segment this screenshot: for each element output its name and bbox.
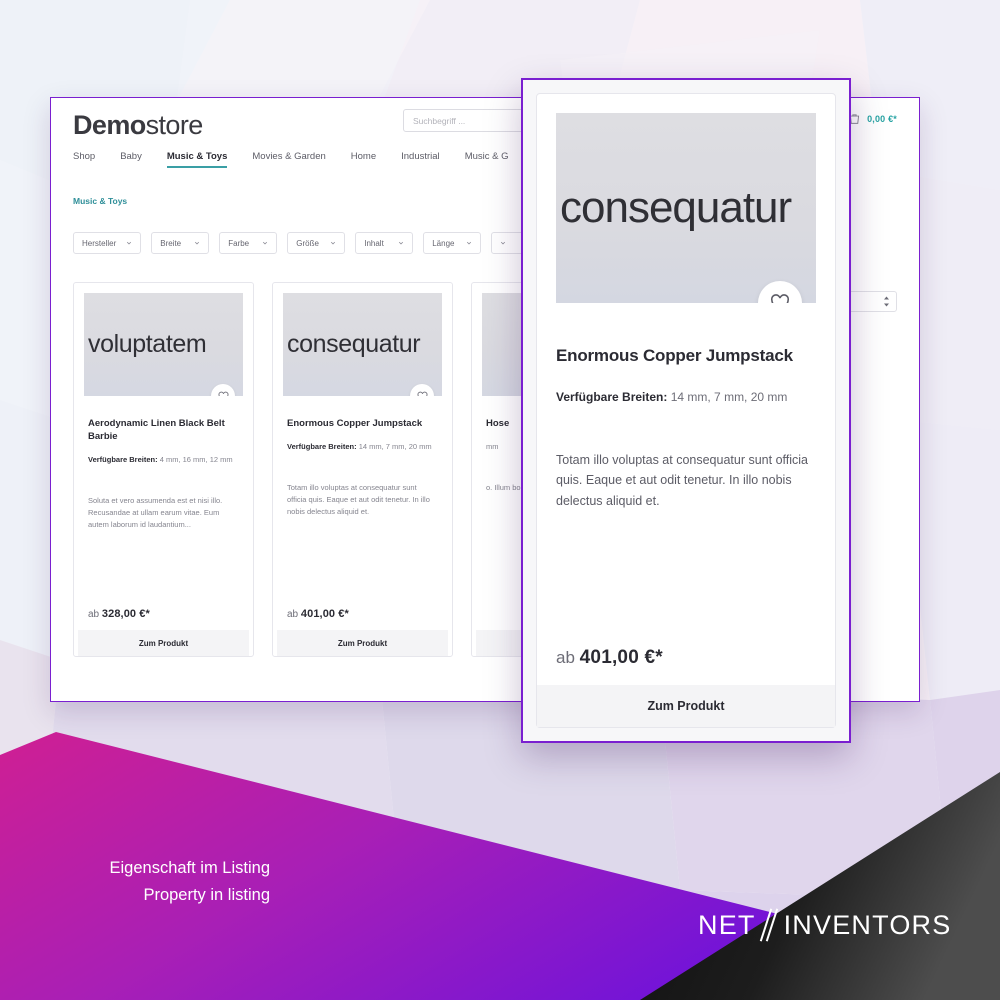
double-slash-icon xyxy=(757,908,783,942)
product-property: Verfügbare Breiten: 14 mm, 7 mm, 20 mm xyxy=(556,390,816,404)
product-property-value: mm xyxy=(486,441,499,451)
favorite-button[interactable] xyxy=(410,384,434,396)
product-price: ab 328,00 €* xyxy=(88,608,239,630)
product-description: Totam illo voluptas at consequatur sunt … xyxy=(556,453,808,508)
product-price: ab 401,00 €* xyxy=(556,647,816,669)
select-arrows-icon xyxy=(884,296,889,307)
product-property: Verfügbare Breiten: 14 mm, 7 mm, 20 mm xyxy=(287,442,438,453)
chevron-down-icon xyxy=(127,241,132,245)
nav-item-industrial[interactable]: Industrial xyxy=(401,151,440,168)
banner-caption-en: Property in listing xyxy=(143,885,270,904)
filter-farbe-label: Farbe xyxy=(228,238,250,248)
filter-groesse-label: Größe xyxy=(296,238,319,248)
product-detail-card: consequatur Enormous Copper Jumpstack Ve… xyxy=(536,93,836,728)
logo-text-right: INVENTORS xyxy=(783,909,952,940)
cart-widget[interactable]: 0,00 €* xyxy=(848,112,897,125)
product-price-prefix: ab xyxy=(556,648,575,667)
nav-item-home[interactable]: Home xyxy=(351,151,376,168)
product-thumbnail-text: consequatur xyxy=(560,183,792,232)
product-price-value: 401,00 €* xyxy=(300,608,349,620)
zoom-callout-frame: consequatur Enormous Copper Jumpstack Ve… xyxy=(521,78,851,743)
product-card[interactable]: consequatur Enormous Copper Jumpstack Ve… xyxy=(272,282,453,657)
chevron-down-icon xyxy=(399,241,404,245)
filter-groesse[interactable]: Größe xyxy=(287,232,346,254)
bottom-banner xyxy=(0,732,1000,1000)
chevron-down-icon xyxy=(501,241,506,245)
product-property-value: 14 mm, 7 mm, 20 mm xyxy=(670,390,788,404)
product-price-prefix: ab xyxy=(287,609,299,620)
chevron-down-icon xyxy=(331,241,336,245)
chevron-down-icon xyxy=(467,241,472,245)
product-card[interactable]: voluptatem Aerodynamic Linen Black Belt … xyxy=(73,282,254,657)
product-price-prefix: ab xyxy=(88,609,100,620)
chevron-down-icon xyxy=(263,241,268,245)
product-thumbnail: consequatur xyxy=(283,293,442,396)
product-detail-button[interactable]: Zum Produkt xyxy=(78,630,249,656)
favorite-button[interactable] xyxy=(758,281,802,303)
product-title: Aerodynamic Linen Black Belt Barbie xyxy=(88,418,225,442)
product-title: Enormous Copper Jumpstack xyxy=(287,418,423,429)
banner-caption-de: Eigenschaft im Listing xyxy=(109,859,271,877)
product-property-label: Verfügbare Breiten: xyxy=(287,441,357,451)
filter-laenge-label: Länge xyxy=(432,238,455,248)
filter-breite-label: Breite xyxy=(160,238,182,248)
product-property-value: 4 mm, 16 mm, 12 mm xyxy=(159,454,233,464)
product-card-body: Enormous Copper Jumpstack Verfügbare Bre… xyxy=(277,396,448,656)
filter-hersteller-label: Hersteller xyxy=(82,238,117,248)
filter-laenge[interactable]: Länge xyxy=(423,232,482,254)
filter-farbe[interactable]: Farbe xyxy=(219,232,278,254)
product-description: Soluta et vero assumenda est et nisi ill… xyxy=(88,496,223,530)
product-thumbnail-text: voluptatem xyxy=(88,330,207,358)
brand-logo-bold: Demo xyxy=(73,110,146,140)
nav-item-shop[interactable]: Shop xyxy=(73,151,95,168)
heart-icon xyxy=(771,294,789,303)
product-price: ab 401,00 €* xyxy=(287,608,438,630)
product-property-value: 14 mm, 7 mm, 20 mm xyxy=(358,441,432,451)
netinventors-logo: NET INVENTORS xyxy=(698,908,951,942)
product-thumbnail: consequatur xyxy=(556,113,816,303)
brand-logo-light: store xyxy=(145,110,204,140)
cart-total: 0,00 €* xyxy=(867,113,897,124)
product-property-label: Verfügbare Breiten: xyxy=(556,390,668,404)
nav-item-baby[interactable]: Baby xyxy=(120,151,142,168)
logo-text-left: NET xyxy=(698,909,756,940)
product-title: Enormous Copper Jumpstack xyxy=(556,346,793,365)
nav-item-movies-garden[interactable]: Movies & Garden xyxy=(252,151,325,168)
product-detail-body: Enormous Copper Jumpstack Verfügbare Bre… xyxy=(537,303,835,727)
brand-logo[interactable]: Demostore xyxy=(73,112,203,139)
product-price-value: 401,00 €* xyxy=(579,647,663,668)
favorite-button[interactable] xyxy=(211,384,235,396)
product-property-label: Verfügbare Breiten: xyxy=(88,454,158,464)
filter-inhalt[interactable]: Inhalt xyxy=(355,232,414,254)
filter-inhalt-label: Inhalt xyxy=(364,238,384,248)
product-card-body: Aerodynamic Linen Black Belt Barbie Verf… xyxy=(78,396,249,656)
chevron-down-icon xyxy=(195,241,200,245)
search-placeholder-text: Suchbegriff ... xyxy=(413,115,466,126)
product-property: Verfügbare Breiten: 4 mm, 16 mm, 12 mm xyxy=(88,455,239,466)
heart-icon xyxy=(417,391,427,396)
product-thumbnail: voluptatem xyxy=(84,293,243,396)
product-detail-button[interactable]: Zum Produkt xyxy=(277,630,448,656)
nav-item-music-toys[interactable]: Music & Toys xyxy=(166,151,227,168)
product-thumbnail-text: consequatur xyxy=(287,330,421,358)
filter-breite[interactable]: Breite xyxy=(151,232,210,254)
heart-icon xyxy=(218,391,228,396)
product-description: Totam illo voluptas at consequatur sunt … xyxy=(287,483,430,517)
product-price-value: 328,00 €* xyxy=(101,608,150,620)
filter-hersteller[interactable]: Hersteller xyxy=(73,232,142,254)
nav-item-music-g[interactable]: Music & G xyxy=(465,151,509,168)
banner-caption: Eigenschaft im Listing Property in listi… xyxy=(0,855,271,908)
